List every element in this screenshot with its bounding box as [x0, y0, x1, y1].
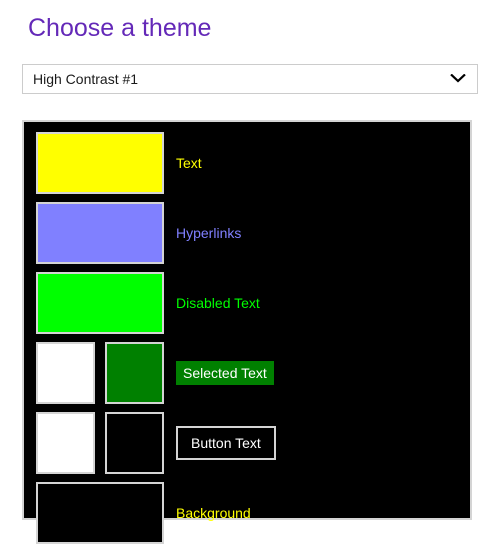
preview-label-text: Text	[176, 155, 202, 171]
preview-label-wrap-selected-text: Selected Text	[176, 361, 470, 385]
chevron-down-icon[interactable]	[439, 74, 477, 84]
preview-label-wrap-disabled-text: Disabled Text	[176, 294, 470, 312]
preview-row-text: Text	[36, 132, 470, 194]
preview-label-wrap-background: Background	[176, 504, 470, 522]
preview-label-hyperlinks: Hyperlinks	[176, 225, 242, 241]
theme-dropdown[interactable]: High Contrast #1	[22, 64, 478, 94]
swatch-button-text-background	[105, 412, 164, 474]
swatch-selected-text-foreground	[36, 342, 95, 404]
preview-label-wrap-text: Text	[176, 154, 470, 172]
preview-label-disabled-text: Disabled Text	[176, 295, 260, 311]
preview-row-disabled-text: Disabled Text	[36, 272, 470, 334]
preview-label-button-text: Button Text	[176, 426, 276, 460]
swatch-hyperlinks	[36, 202, 164, 264]
preview-label-wrap-button-text: Button Text	[176, 426, 470, 460]
preview-label-selected-text: Selected Text	[176, 361, 274, 385]
preview-row-hyperlinks: Hyperlinks	[36, 202, 470, 264]
theme-preview-panel: Text Hyperlinks Disabled Text Selected T…	[22, 120, 472, 544]
swatch-button-text-foreground	[36, 412, 95, 474]
swatch-text	[36, 132, 164, 194]
preview-row-button-text: Button Text	[36, 412, 470, 474]
preview-label-background: Background	[176, 505, 251, 521]
swatch-disabled-text	[36, 272, 164, 334]
swatch-selected-text-background	[105, 342, 164, 404]
preview-row-selected-text: Selected Text	[36, 342, 470, 404]
preview-label-wrap-hyperlinks: Hyperlinks	[176, 224, 470, 242]
theme-dropdown-value: High Contrast #1	[33, 71, 139, 87]
page-title: Choose a theme	[28, 14, 212, 42]
